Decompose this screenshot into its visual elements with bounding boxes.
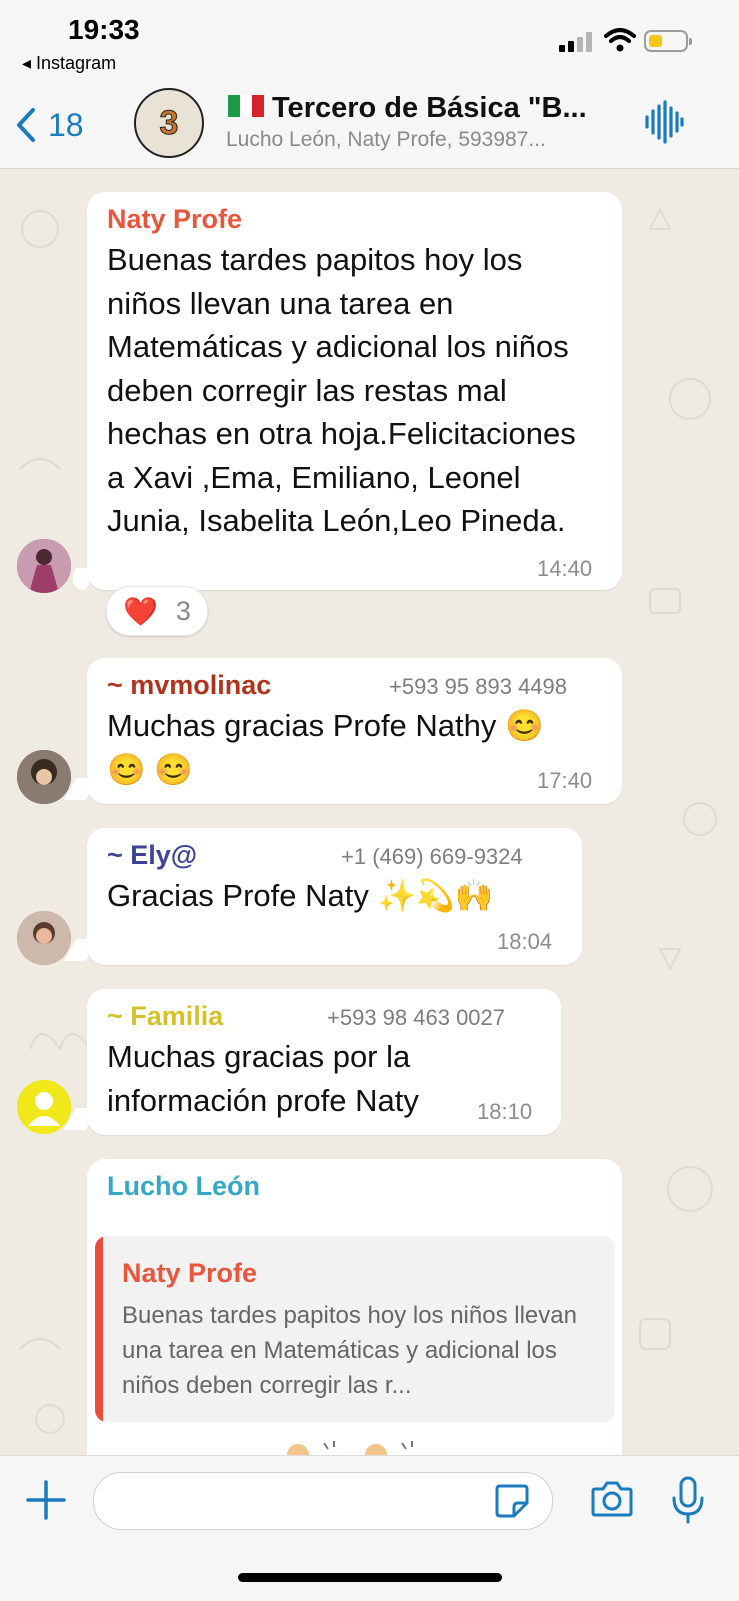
message-text: Buenas tardes papitos hoy los niños llev… [107,242,576,538]
chevron-left-icon [17,108,35,142]
status-time: 19:33 [68,14,140,45]
sender-name[interactable]: ~ Ely@ [107,840,197,871]
back-to-instagram-link[interactable]: ◂ Instagram [22,53,116,74]
sender-phone: +593 98 463 0027 [327,1005,506,1030]
clapping-emoji-icon [287,1441,413,1455]
avatar[interactable] [17,539,71,593]
sender-name[interactable]: Lucho León [107,1171,260,1202]
status-bar: 19:33 ◂ Instagram [0,0,739,82]
group-title[interactable]: Tercero de Básica "B... [228,92,587,125]
chat-area[interactable]: Naty Profe Buenas tardes papitos hoy los… [0,169,739,1455]
message-bubble[interactable]: ~ Ely@ +1 (469) 669-9324 Gracias Profe N… [87,828,582,965]
message-time: 18:04 [497,929,553,954]
message-input[interactable] [93,1472,553,1530]
plus-icon[interactable] [26,1480,66,1520]
quoted-message[interactable]: Naty Profe Buenas tardes papitos hoy los… [95,1236,615,1422]
camera-icon[interactable] [590,1480,634,1518]
avatar[interactable] [17,911,71,965]
avatar[interactable] [17,1080,71,1134]
group-avatar[interactable]: 3 [134,88,204,158]
message-bubble[interactable]: Naty Profe Buenas tardes papitos hoy los… [87,192,622,590]
sender-name[interactable]: Naty Profe [107,204,242,235]
italy-flag-icon [228,95,264,118]
group-participants: Lucho León, Naty Profe, 593987... [226,128,546,151]
back-button[interactable]: 18 [14,102,84,148]
battery-icon [644,30,692,52]
message-time: 17:40 [537,768,593,793]
chat-header: 18 3 Tercero de Básica "B... Lucho León,… [0,82,739,169]
sender-phone: +593 95 893 4498 [389,674,568,699]
reaction-count: 3 [175,595,191,626]
sticker-icon[interactable] [494,1483,530,1519]
quoted-sender: Naty Profe [122,1258,258,1288]
voice-chat-icon[interactable] [644,100,684,144]
message-time: 18:10 [477,1099,533,1124]
wifi-icon [604,28,636,52]
message-text: Gracias Profe Naty ✨💫🙌 [107,878,494,913]
default-user-icon [17,1080,71,1134]
message-text: Muchas gracias Profe Nathy 😊 😊 😊 [107,708,544,787]
quoted-text: Buenas tardes papitos hoy los niños llev… [122,1302,577,1399]
reaction-badge[interactable]: ❤️ 3 [106,586,208,636]
sender-name[interactable]: ~ Familia [107,1001,223,1032]
message-time: 14:40 [537,556,593,581]
sender-name[interactable]: ~ mvmolinac [107,670,271,701]
message-bubble[interactable]: ~ mvmolinac +593 95 893 4498 Muchas grac… [87,658,622,804]
heart-icon: ❤️ [123,595,158,627]
avatar[interactable] [17,750,71,804]
message-bubble[interactable]: ~ Familia +593 98 463 0027 Muchas gracia… [87,989,561,1135]
composer-bar [0,1455,739,1601]
signal-icon [559,32,592,52]
unread-count: 18 [48,106,84,143]
sender-phone: +1 (469) 669-9324 [341,844,523,869]
microphone-icon[interactable] [671,1476,705,1524]
message-text: Muchas gracias por la información profe … [107,1039,419,1118]
home-indicator [238,1573,502,1582]
